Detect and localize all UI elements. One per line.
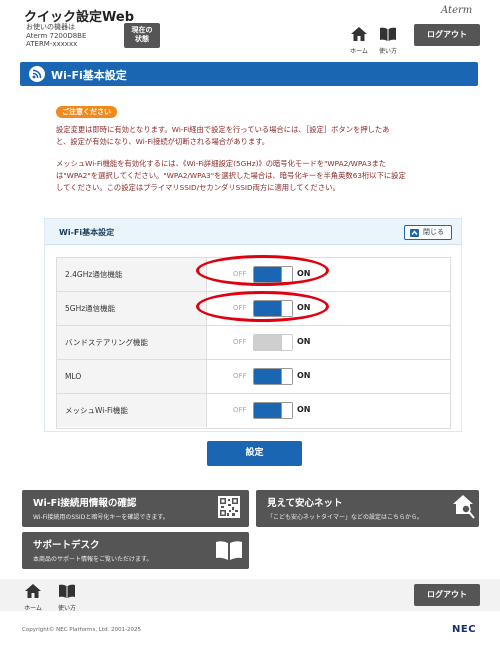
notice-line: 設定変更は即時に有効となります。Wi-Fi経由で設定を行っている場合には、［設定… xyxy=(56,125,390,134)
home-icon xyxy=(25,584,41,598)
wifi-info-card[interactable]: Wi-Fi接続用情報の確認 Wi-Fi接続用のSSIDと暗号化キーを確認できます… xyxy=(22,490,249,527)
home-label: ホーム xyxy=(350,48,368,55)
card-title: 見えて安心ネット xyxy=(267,498,343,509)
setting-row-mlo: MLO OFF ON xyxy=(57,360,450,394)
apply-settings-button[interactable]: 設定 xyxy=(207,441,302,466)
on-label: ON xyxy=(297,303,311,312)
help-label: 使い方 xyxy=(378,48,397,55)
device-id: ATERM-xxxxxx xyxy=(26,40,78,48)
brand-logo: Aterm xyxy=(441,5,473,16)
setting-row-band-steering: バンドステアリング機能 OFF ON xyxy=(57,326,450,360)
qr-code-icon xyxy=(218,496,240,518)
toggle-5ghz[interactable] xyxy=(253,300,293,317)
setting-label: MLO xyxy=(57,360,207,393)
collapse-button[interactable]: 閉じる xyxy=(404,225,452,240)
footer-home-button[interactable]: ホーム xyxy=(22,583,44,612)
setting-label: バンドステアリング機能 xyxy=(57,326,207,359)
status-btn-line2: 状態 xyxy=(135,35,149,43)
on-label: ON xyxy=(297,405,311,414)
off-label: OFF xyxy=(233,372,247,380)
toggle-band-steering xyxy=(253,334,293,351)
toggle-mesh-wifi[interactable] xyxy=(253,402,293,419)
on-label: ON xyxy=(297,269,311,278)
house-search-icon xyxy=(453,495,475,519)
notice-box: ご注意ください 設定変更は即時に有効となります。Wi-Fi経由で設定を行っている… xyxy=(48,100,458,200)
support-desk-card[interactable]: サポートデスク 本商品のサポート情報をご覧いただけます。 xyxy=(22,532,249,569)
card-title: サポートデスク xyxy=(33,540,100,551)
settings-table: 2.4GHz通信機能 OFF ON 5GHz通信機能 OFF ON バンドステア… xyxy=(56,257,451,429)
collapse-label: 閉じる xyxy=(423,228,444,236)
nec-logo: NEC xyxy=(452,624,477,635)
setting-row-5ghz: 5GHz通信機能 OFF ON xyxy=(57,292,450,326)
help-nav-button[interactable]: 使い方 xyxy=(377,26,399,55)
footer-nav-bar: ホーム 使い方 ログアウト xyxy=(0,579,500,612)
wifi-icon xyxy=(29,66,45,82)
book-icon xyxy=(380,27,396,41)
notice-line: してください。この設定はプライマリSSID/セカンダリSSID両方に適用してくだ… xyxy=(56,183,340,192)
footer-home-label: ホーム xyxy=(24,605,42,612)
home-nav-button[interactable]: ホーム xyxy=(348,26,370,55)
on-label: ON xyxy=(297,371,311,380)
card-desc: Wi-Fi接続用のSSIDと暗号化キーを確認できます。 xyxy=(33,514,169,521)
current-status-button[interactable]: 現在の 状態 xyxy=(124,23,160,48)
toggle-mlo[interactable] xyxy=(253,368,293,385)
wifi-settings-panel: Wi-Fi基本設定 閉じる 2.4GHz通信機能 OFF ON 5GHz通信機能… xyxy=(44,218,462,432)
logout-button[interactable]: ログアウト xyxy=(414,24,480,46)
footer-help-button[interactable]: 使い方 xyxy=(56,583,78,612)
copyright: Copyright© NEC Platforms, Ltd. 2001-2025 xyxy=(22,627,142,633)
status-btn-line1: 現在の xyxy=(131,26,153,34)
off-label: OFF xyxy=(233,406,247,414)
off-label: OFF xyxy=(233,304,247,312)
off-label: OFF xyxy=(233,270,247,278)
toggle-2-4ghz[interactable] xyxy=(253,266,293,283)
open-book-icon xyxy=(216,541,242,560)
setting-row-2-4ghz: 2.4GHz通信機能 OFF ON xyxy=(57,258,450,292)
panel-title: Wi-Fi基本設定 xyxy=(59,228,115,237)
section-title-bar: Wi-Fi基本設定 xyxy=(20,62,478,86)
setting-label: 2.4GHz通信機能 xyxy=(57,258,207,291)
card-desc: 本商品のサポート情報をご覧いただけます。 xyxy=(33,556,153,563)
setting-label: メッシュWi-Fi機能 xyxy=(57,394,207,427)
setting-row-mesh-wifi: メッシュWi-Fi機能 OFF ON xyxy=(57,394,450,428)
setting-label: 5GHz通信機能 xyxy=(57,292,207,325)
book-icon xyxy=(59,584,75,598)
device-label: お使いの機器は xyxy=(26,23,75,31)
off-label: OFF xyxy=(233,338,247,346)
notice-badge: ご注意ください xyxy=(56,106,117,118)
footer-help-label: 使い方 xyxy=(57,605,76,612)
chevron-up-icon xyxy=(410,229,419,237)
panel-header: Wi-Fi基本設定 閉じる xyxy=(45,219,461,245)
header: クイック設定Web お使いの機器は Aterm 7200D8BE ATERM-x… xyxy=(0,0,500,57)
section-title: Wi-Fi基本設定 xyxy=(51,69,127,82)
on-label: ON xyxy=(297,337,311,346)
card-desc: 「こども安心ネットタイマー」などの設定はこちらから。 xyxy=(267,514,424,521)
notice-line: は"WPA2"を選択してください。"WPA2/WPA3"を選択した場合は、暗号化… xyxy=(56,171,406,180)
notice-line: と、設定が有効になり、Wi-Fi接続が切断される場合があります。 xyxy=(56,137,270,146)
notice-line: メッシュWi-Fi機能を有効化するには、《Wi-Fi詳細設定(5GHz)》の暗号… xyxy=(56,159,387,168)
card-title: Wi-Fi接続用情報の確認 xyxy=(33,498,137,509)
safety-net-card[interactable]: 見えて安心ネット 「こども安心ネットタイマー」などの設定はこちらから。 xyxy=(256,490,479,527)
footer-logout-button[interactable]: ログアウト xyxy=(414,584,480,606)
home-icon xyxy=(351,27,367,41)
device-model: Aterm 7200D8BE xyxy=(26,32,87,40)
